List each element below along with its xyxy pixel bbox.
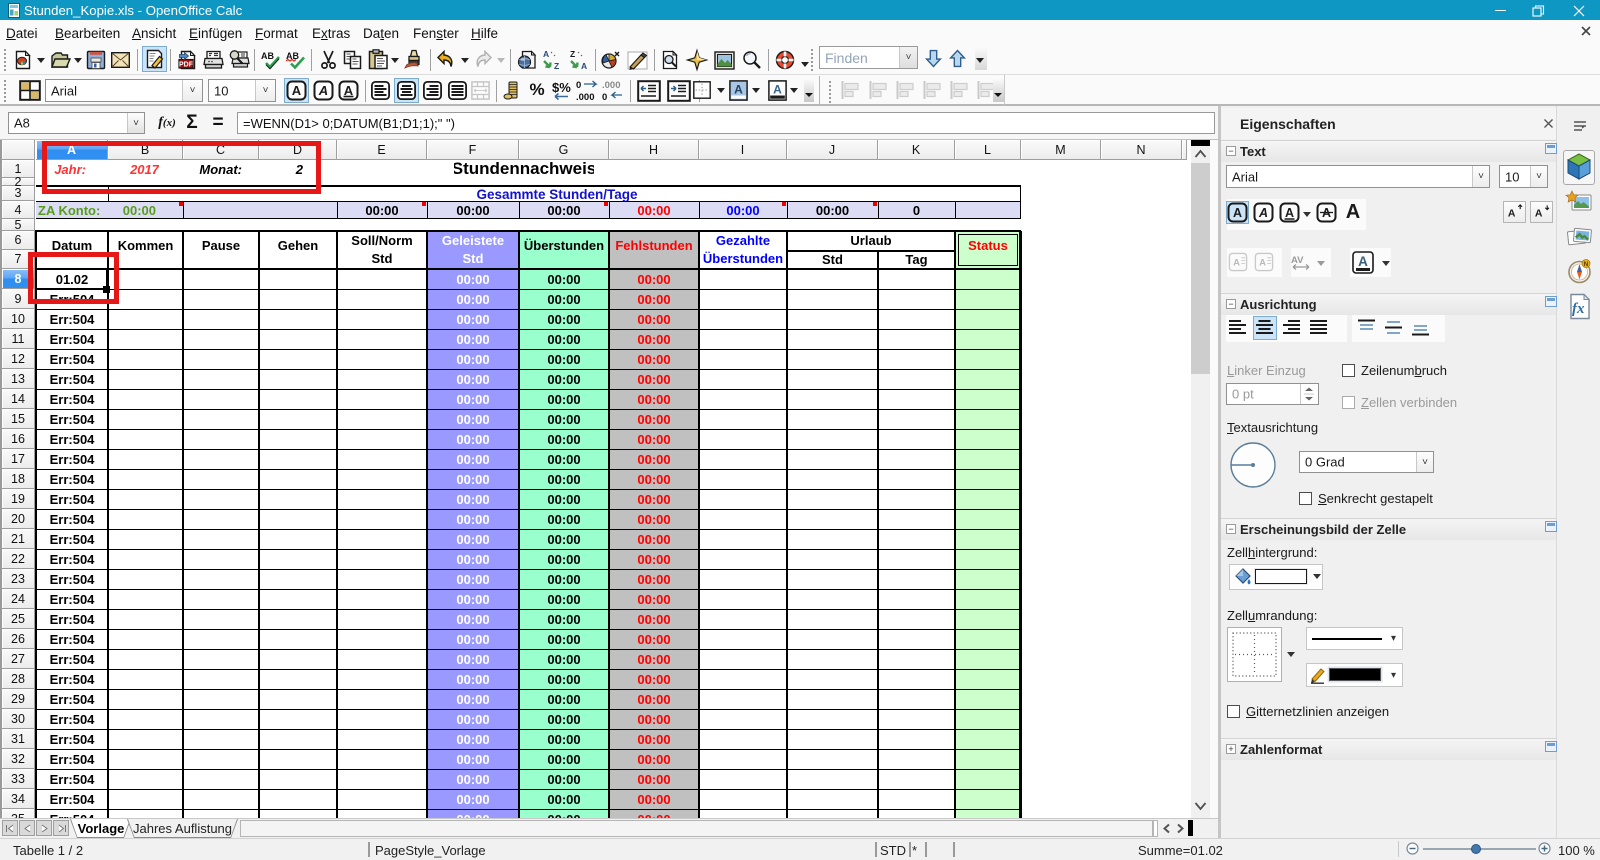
svg-text:fx: fx xyxy=(1572,301,1585,317)
svg-text:.000: .000 xyxy=(576,92,595,103)
svg-text:A: A xyxy=(773,83,782,97)
svg-text:A: A xyxy=(1233,206,1242,220)
svg-text:AB: AB xyxy=(261,51,274,61)
svg-text:A: A xyxy=(1233,257,1240,268)
svg-text:0: 0 xyxy=(576,80,581,91)
svg-text:N: N xyxy=(1584,261,1589,268)
svg-text:A: A xyxy=(1285,206,1294,220)
svg-text:Z: Z xyxy=(554,61,559,71)
svg-text:A: A xyxy=(1508,209,1516,220)
svg-text:A: A xyxy=(318,83,328,98)
svg-text:$%: $% xyxy=(552,80,571,95)
svg-text:AV: AV xyxy=(1291,255,1304,266)
svg-text:0: 0 xyxy=(602,92,607,103)
svg-text:Z: Z xyxy=(570,49,575,59)
svg-text:PDF: PDF xyxy=(179,62,194,69)
svg-text:A: A xyxy=(734,83,743,97)
svg-text:A: A xyxy=(1259,257,1266,268)
svg-text:A: A xyxy=(543,49,549,59)
svg-text:A: A xyxy=(292,83,302,98)
svg-text:A: A xyxy=(1258,206,1268,220)
svg-text:A: A xyxy=(1358,254,1368,269)
svg-text:A: A xyxy=(581,61,587,71)
svg-text:A: A xyxy=(1535,209,1543,220)
svg-text:.000: .000 xyxy=(602,80,621,91)
